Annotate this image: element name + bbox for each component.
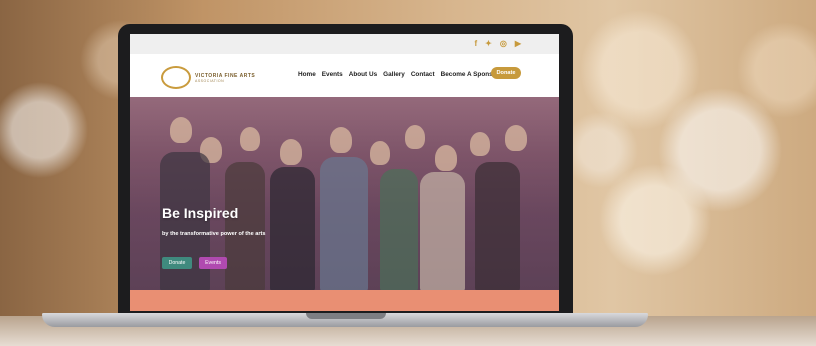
hero-donate-button[interactable]: Donate <box>162 257 192 269</box>
nav-home[interactable]: Home <box>298 71 316 78</box>
hero-title: Be Inspired <box>162 205 239 221</box>
youtube-icon[interactable]: ▶ <box>515 40 521 48</box>
laptop-screen: f ✦ ◎ ▶ VICTORIA FINE ARTS ASSOCIATION H… <box>130 34 559 311</box>
main-nav: Home Events About Us Gallery Contact Bec… <box>298 71 499 78</box>
logo-tagline: ASSOCIATION <box>195 78 225 83</box>
nav-donate-button[interactable]: Donate <box>491 67 521 79</box>
nav-gallery[interactable]: Gallery <box>383 71 405 78</box>
social-bar: f ✦ ◎ ▶ <box>130 34 559 54</box>
nav-contact[interactable]: Contact <box>411 71 435 78</box>
twitter-icon[interactable]: ✦ <box>485 40 492 48</box>
instagram-icon[interactable]: ◎ <box>500 40 507 48</box>
facebook-icon[interactable]: f <box>474 40 477 48</box>
section-divider-band <box>130 290 559 311</box>
hero-events-button[interactable]: Events <box>199 257 227 269</box>
site-logo[interactable]: VICTORIA FINE ARTS ASSOCIATION <box>161 66 255 89</box>
nav-events[interactable]: Events <box>322 71 343 78</box>
site-header: VICTORIA FINE ARTS ASSOCIATION Home Even… <box>130 54 559 97</box>
hero-banner: Be Inspired by the transformative power … <box>130 97 559 290</box>
hero-subtitle: by the transformative power of the arts <box>162 231 266 237</box>
logo-name: VICTORIA FINE ARTS <box>195 72 256 79</box>
laptop-notch <box>306 313 386 319</box>
guitar-logo-icon <box>161 66 191 89</box>
nav-about-us[interactable]: About Us <box>349 71 377 78</box>
